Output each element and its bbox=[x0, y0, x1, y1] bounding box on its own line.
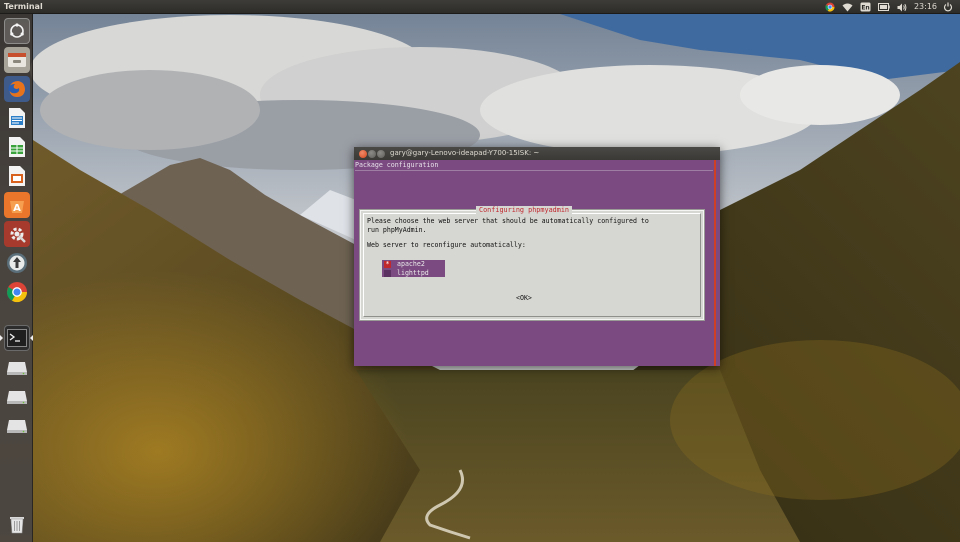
focused-indicator bbox=[30, 335, 33, 341]
dash-icon[interactable] bbox=[4, 18, 30, 44]
updater-icon[interactable] bbox=[4, 250, 30, 276]
chrome-indicator-icon[interactable] bbox=[825, 0, 835, 14]
drive-icon[interactable] bbox=[4, 355, 30, 381]
ok-button[interactable]: <OK> bbox=[516, 294, 532, 302]
calc-icon[interactable] bbox=[4, 134, 30, 160]
impress-icon[interactable] bbox=[4, 163, 30, 189]
settings-icon[interactable] bbox=[4, 221, 30, 247]
checkbox-checked[interactable]: * bbox=[384, 261, 391, 268]
wifi-icon[interactable] bbox=[842, 0, 853, 14]
option-label: lighttpd bbox=[397, 268, 429, 277]
package-config-header: Package configuration bbox=[355, 161, 439, 169]
clock[interactable]: 23:16 bbox=[914, 0, 937, 14]
writer-icon[interactable] bbox=[4, 105, 30, 131]
battery-icon[interactable] bbox=[877, 0, 890, 14]
power-icon[interactable] bbox=[943, 0, 953, 14]
dialog-message: Please choose the web server that should… bbox=[367, 217, 649, 234]
close-button[interactable] bbox=[359, 150, 367, 158]
drive-icon[interactable] bbox=[4, 413, 30, 439]
debconf-dialog: Configuring phpmyadmin Please choose the… bbox=[359, 206, 705, 321]
terminal-icon[interactable] bbox=[4, 325, 30, 351]
option-apache2[interactable]: * apache2 bbox=[382, 260, 445, 269]
maximize-button[interactable] bbox=[377, 150, 385, 158]
header-divider bbox=[355, 170, 713, 171]
dialog-title: Configuring phpmyadmin bbox=[476, 206, 573, 214]
keyboard-icon[interactable]: En bbox=[860, 0, 871, 14]
software-center-icon[interactable]: A bbox=[4, 192, 30, 218]
svg-text:A: A bbox=[13, 203, 21, 214]
chrome-icon[interactable] bbox=[4, 279, 30, 305]
dialog-prompt: Web server to reconfigure automatically: bbox=[367, 241, 526, 249]
terminal-body[interactable]: Package configuration Configuring phpmya… bbox=[354, 160, 720, 366]
option-label: apache2 bbox=[397, 260, 425, 268]
volume-icon[interactable] bbox=[897, 0, 907, 14]
minimize-button[interactable] bbox=[368, 150, 376, 158]
active-app-title: Terminal bbox=[4, 2, 43, 11]
terminal-titlebar[interactable]: gary@gary-Lenovo-ideapad-Y700-15ISK: ~ bbox=[354, 147, 720, 160]
firefox-icon[interactable] bbox=[4, 76, 30, 102]
terminal-title: gary@gary-Lenovo-ideapad-Y700-15ISK: ~ bbox=[390, 149, 540, 157]
running-indicator bbox=[0, 335, 3, 341]
terminal-window: gary@gary-Lenovo-ideapad-Y700-15ISK: ~ P… bbox=[354, 147, 720, 366]
option-lighttpd[interactable]: lighttpd bbox=[382, 269, 445, 278]
server-option-list: * apache2 lighttpd bbox=[382, 260, 445, 277]
indicator-area: En 23:16 bbox=[825, 0, 960, 14]
drive-icon[interactable] bbox=[4, 384, 30, 410]
terminal-scrollbar[interactable] bbox=[714, 160, 716, 366]
keyboard-layout-label: En bbox=[861, 5, 869, 12]
trash-icon[interactable] bbox=[4, 511, 30, 537]
files-icon[interactable] bbox=[4, 47, 30, 73]
checkbox-unchecked[interactable] bbox=[384, 269, 391, 277]
top-panel: Terminal En 23:16 bbox=[0, 0, 960, 14]
launcher: A bbox=[0, 14, 33, 542]
